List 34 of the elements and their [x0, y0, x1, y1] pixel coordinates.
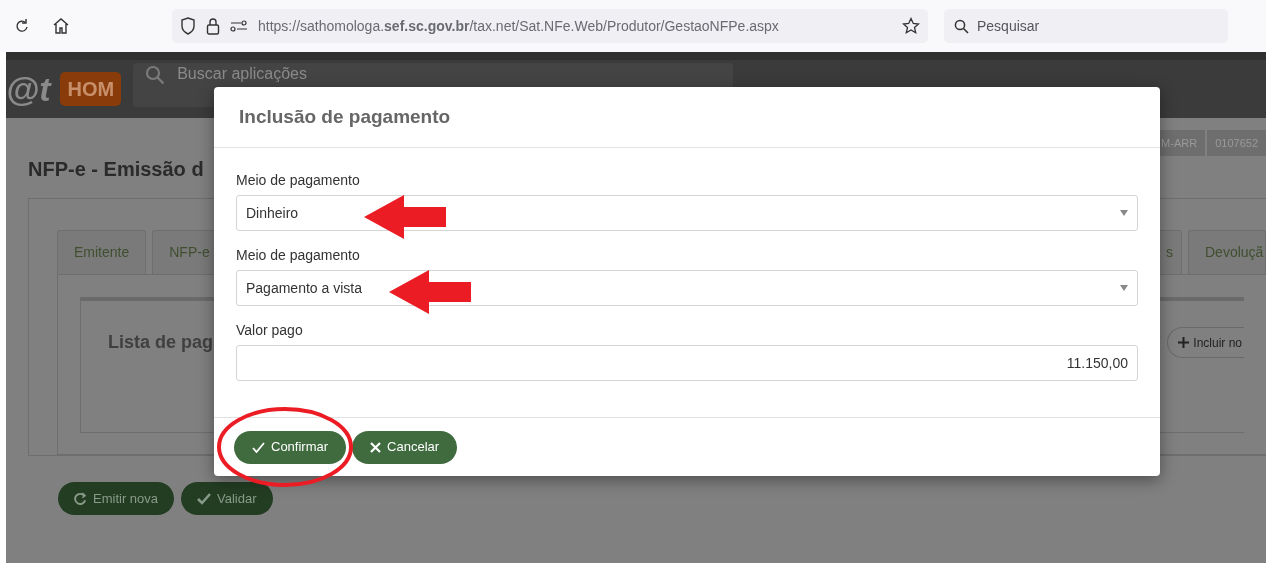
lock-icon: [206, 17, 220, 35]
sliders-icon[interactable]: [230, 20, 248, 32]
caret-icon: [1120, 210, 1128, 216]
check-icon: [197, 492, 212, 505]
reload-icon[interactable]: [14, 18, 30, 34]
logo: @t: [6, 72, 51, 106]
panel-title: Lista de pag: [108, 331, 214, 355]
caret-icon: [1120, 285, 1128, 291]
url-text[interactable]: https://sathomologa.sef.sc.gov.br/tax.net/Sat.NFe.Web/Produtor/GestaoNFPe.aspx: [258, 15, 779, 37]
action-button[interactable]: Emitir nova: [58, 482, 175, 515]
cancel-button[interactable]: Cancelar: [352, 430, 458, 464]
shield-icon: [180, 17, 196, 35]
add-button[interactable]: Incluir no: [1167, 327, 1244, 359]
confirm-button[interactable]: Confirmar: [234, 430, 347, 464]
search-icon: [954, 18, 969, 34]
search-icon: [145, 65, 166, 85]
input-field[interactable]: 11.150,00: [236, 345, 1138, 381]
check-icon: [252, 441, 265, 453]
field-label: Valor pago: [236, 321, 304, 340]
address-bar[interactable]: https://sathomologa.sef.sc.gov.br/tax.net/Sat.NFe.Web/Produtor/GestaoNFPe.aspx: [172, 9, 928, 43]
refresh-icon: [74, 492, 87, 505]
close-icon: [370, 441, 382, 453]
page-title: NFP-e - Emissão d: [28, 157, 204, 182]
select-field[interactable]: Pagamento a vista: [236, 270, 1138, 306]
environment-badge: HOM: [60, 72, 122, 106]
field-label: Meio de pagamento: [236, 171, 361, 190]
field-label: Meio de pagamento: [236, 246, 361, 265]
home-icon[interactable]: [52, 17, 70, 35]
browser-search-field[interactable]: Pesquisar: [944, 9, 1228, 43]
modal-title: Inclusão de pagamento: [239, 104, 451, 129]
star-icon[interactable]: [902, 17, 920, 35]
select-field[interactable]: Dinheiro: [236, 195, 1138, 231]
action-button[interactable]: Validar: [181, 482, 273, 515]
plus-icon: [1178, 337, 1190, 349]
